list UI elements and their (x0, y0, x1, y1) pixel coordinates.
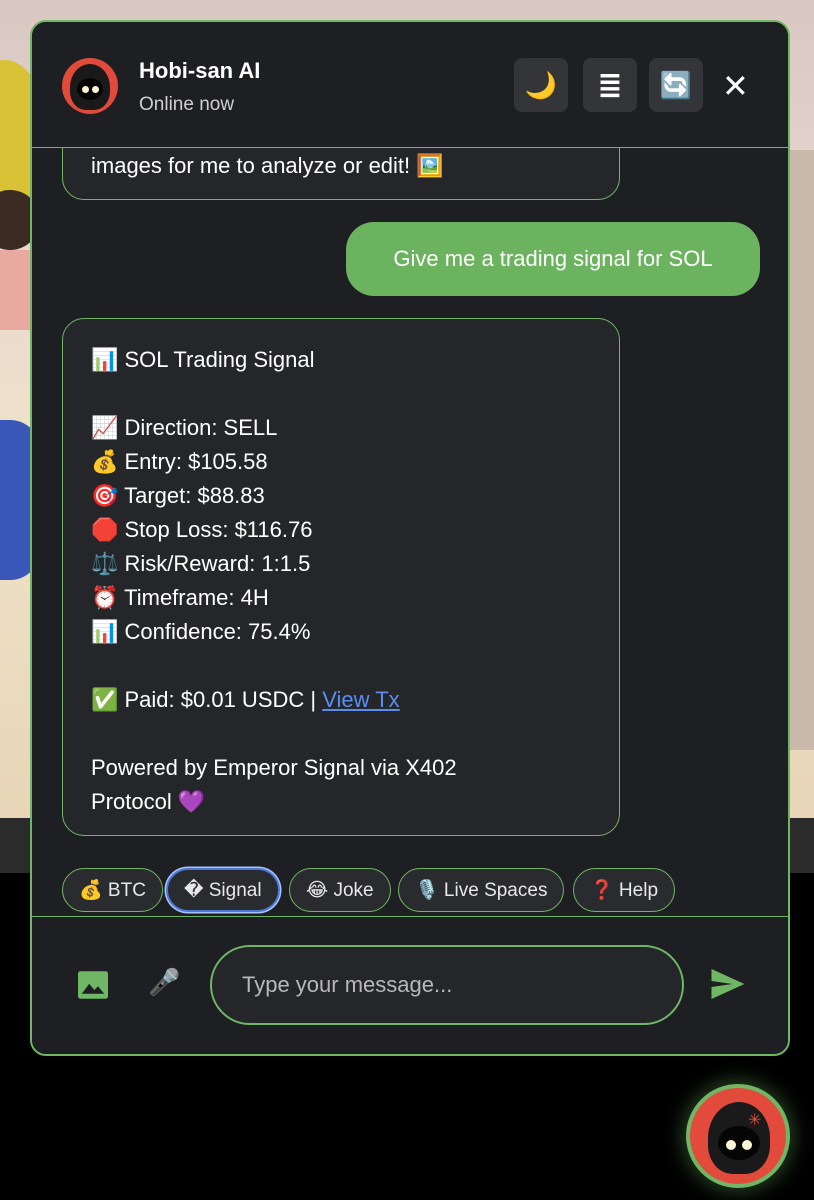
signal-confidence: 📊 Confidence: 75.4% (91, 619, 311, 644)
message-text: Give me a trading signal for SOL (393, 246, 713, 271)
powered-by-text: Powered by Emperor Signal via X402 (91, 755, 457, 780)
payment-line: ✅ Paid: $0.01 USDC | View Tx (91, 683, 591, 717)
moon-icon: 🌙 (524, 69, 558, 100)
message-text: images for me to analyze or edit! 🖼️ (91, 153, 444, 178)
close-icon: ✕ (722, 68, 749, 104)
signal-target: 🎯 Target: $88.83 (91, 483, 265, 508)
quick-actions: 💰 BTC � Signal 😂 Joke 🎙️ Live Spaces ❓ H… (32, 868, 788, 916)
bot-avatar (62, 58, 118, 114)
microphone-icon[interactable]: 🎤 (148, 967, 180, 998)
quick-action-btc[interactable]: 💰 BTC (62, 868, 163, 912)
dark-mode-button[interactable]: 🌙 (514, 58, 568, 112)
chat-launcher-button[interactable]: ✳ (686, 1084, 790, 1188)
image-upload-icon[interactable] (78, 971, 108, 999)
menu-lines-icon: ≣ (597, 68, 623, 102)
refresh-icon: 🔄 (659, 69, 693, 100)
quick-action-signal[interactable]: � Signal (166, 868, 280, 912)
quick-action-joke[interactable]: 😂 Joke (289, 868, 391, 912)
bot-message: images for me to analyze or edit! 🖼️ (62, 148, 620, 200)
quick-action-help[interactable]: ❓ Help (573, 868, 676, 912)
anger-mark-icon: ✳ (748, 1112, 762, 1129)
composer: 🎤 (32, 916, 788, 1054)
signal-entry: 💰 Entry: $105.58 (91, 449, 268, 474)
refresh-button[interactable]: 🔄 (649, 58, 703, 112)
signal-direction: 📈 Direction: SELL (91, 415, 278, 440)
signal-stop-loss: 🛑 Stop Loss: $116.76 (91, 517, 313, 542)
close-button[interactable]: ✕ (722, 70, 749, 102)
payment-text: ✅ Paid: $0.01 USDC | (91, 687, 323, 712)
message-input[interactable] (210, 945, 684, 1025)
view-tx-link[interactable]: View Tx (322, 687, 399, 712)
online-status: Online now (139, 94, 235, 115)
chat-widget: Hobi-san AI Online now 🌙 ≣ 🔄 ✕ images fo… (30, 20, 790, 1056)
signal-risk-reward: ⚖️ Risk/Reward: 1:1.5 (91, 551, 311, 576)
quick-action-live-spaces[interactable]: 🎙️ Live Spaces (398, 868, 565, 912)
chat-header: Hobi-san AI Online now 🌙 ≣ 🔄 ✕ (32, 22, 788, 148)
send-icon[interactable] (710, 967, 746, 1001)
message-list[interactable]: images for me to analyze or edit! 🖼️ Giv… (32, 148, 788, 918)
signal-message: 📊 SOL Trading Signal 📈 Direction: SELL 💰… (62, 318, 620, 836)
signal-title: 📊 SOL Trading Signal (91, 347, 315, 372)
signal-timeframe: ⏰ Timeframe: 4H (91, 585, 269, 610)
powered-by-text: Protocol 💜 (91, 789, 206, 814)
menu-button[interactable]: ≣ (583, 58, 637, 112)
user-message: Give me a trading signal for SOL (346, 222, 760, 296)
chat-title: Hobi-san AI (139, 58, 261, 83)
